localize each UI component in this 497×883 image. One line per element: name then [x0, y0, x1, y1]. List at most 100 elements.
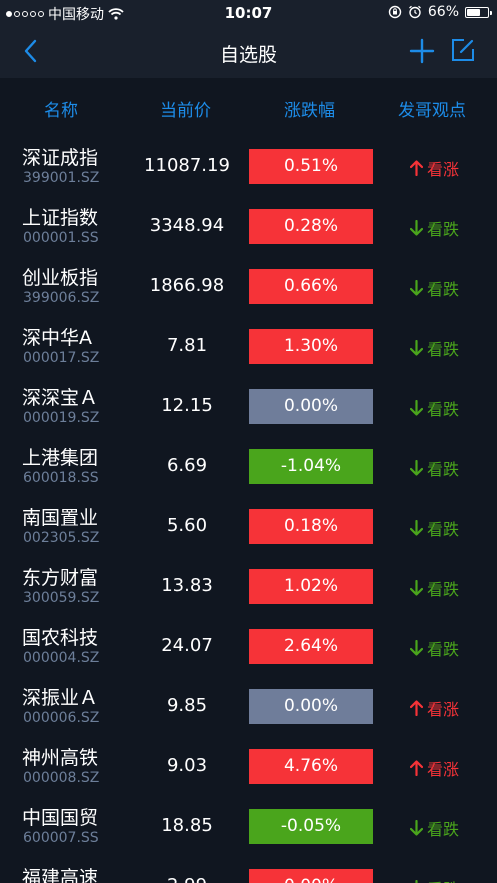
- stock-name: 深证成指: [22, 147, 99, 169]
- stock-row[interactable]: 中国国贸 600007.SS 18.85 -0.05% 看跌: [0, 796, 497, 856]
- stock-price: 9.03: [166, 755, 208, 776]
- stock-price: 3348.94: [149, 215, 225, 236]
- view-indicator: 看跌: [410, 816, 459, 840]
- stock-row[interactable]: 上证指数 000001.SS 3348.94 0.28% 看跌: [0, 196, 497, 256]
- stock-row[interactable]: 福建高速 2.99 0.00% 看跌: [0, 856, 497, 883]
- view-indicator: 看涨: [410, 756, 459, 780]
- stock-name: 国农科技: [22, 627, 99, 649]
- arrow-down-icon: [410, 280, 423, 296]
- view-label: 看跌: [427, 640, 460, 659]
- nav-bar: 自选股: [0, 26, 497, 78]
- arrow-down-icon: [410, 400, 423, 416]
- stock-name: 福建高速: [22, 867, 99, 883]
- column-change-header[interactable]: 涨跌幅: [284, 96, 335, 121]
- change-badge[interactable]: 0.00%: [249, 689, 373, 724]
- arrow-down-icon: [410, 580, 423, 596]
- add-icon[interactable]: [409, 38, 435, 64]
- view-indicator: 看跌: [410, 636, 459, 660]
- battery-icon: [465, 6, 492, 18]
- view-indicator: 看涨: [410, 156, 459, 180]
- change-badge[interactable]: 0.00%: [249, 869, 373, 883]
- arrow-down-icon: [410, 220, 423, 236]
- rotation-lock-icon: [388, 5, 402, 19]
- change-badge[interactable]: 4.76%: [249, 749, 373, 784]
- change-badge[interactable]: 0.51%: [249, 149, 373, 184]
- alarm-icon: [408, 5, 421, 19]
- stock-code: 000004.SZ: [23, 650, 100, 666]
- stock-name: 东方财富: [22, 567, 99, 589]
- view-indicator: 看跌: [410, 336, 459, 360]
- change-badge[interactable]: 1.30%: [249, 329, 373, 364]
- view-label: 看涨: [427, 760, 460, 779]
- stock-price: 9.85: [166, 695, 208, 716]
- view-label: 看跌: [427, 520, 460, 539]
- edit-icon[interactable]: [451, 38, 475, 62]
- view-label: 看跌: [427, 876, 459, 883]
- stock-row[interactable]: 南国置业 002305.SZ 5.60 0.18% 看跌: [0, 496, 497, 556]
- battery-percent: 66%: [427, 4, 459, 20]
- change-badge[interactable]: 2.64%: [249, 629, 373, 664]
- stock-row[interactable]: 国农科技 000004.SZ 24.07 2.64% 看跌: [0, 616, 497, 676]
- arrow-down-icon: [410, 460, 423, 476]
- stock-price: 11087.19: [144, 155, 230, 176]
- stock-code: 600007.SS: [23, 830, 99, 846]
- view-indicator: 看跌: [410, 516, 459, 540]
- view-label: 看涨: [427, 160, 460, 179]
- stock-code: 399001.SZ: [23, 170, 100, 186]
- stock-price: 5.60: [166, 515, 208, 536]
- stock-price: 13.83: [161, 575, 213, 596]
- stock-name: 创业板指: [22, 267, 99, 289]
- change-badge[interactable]: -0.05%: [249, 809, 373, 844]
- stock-row[interactable]: 东方财富 300059.SZ 13.83 1.02% 看跌: [0, 556, 497, 616]
- arrow-down-icon: [410, 520, 423, 536]
- arrow-up-icon: [410, 760, 423, 776]
- stock-row[interactable]: 深证成指 399001.SZ 11087.19 0.51% 看涨: [0, 136, 497, 196]
- stock-name: 上港集团: [22, 447, 99, 469]
- stock-row[interactable]: 深振业Ａ 000006.SZ 9.85 0.00% 看涨: [0, 676, 497, 736]
- status-bar: 中国移动 10:07 66%: [0, 0, 497, 26]
- change-badge[interactable]: 0.66%: [249, 269, 373, 304]
- change-badge[interactable]: 0.28%: [249, 209, 373, 244]
- view-label: 看跌: [427, 220, 460, 239]
- stock-code: 000008.SZ: [23, 770, 100, 786]
- change-badge[interactable]: 0.18%: [249, 509, 373, 544]
- stock-name: 上证指数: [22, 207, 99, 229]
- column-name-header[interactable]: 名称: [44, 96, 78, 121]
- stock-name: 深振业Ａ: [22, 687, 99, 709]
- stock-name: 深深宝Ａ: [22, 387, 99, 409]
- stock-code: 300059.SZ: [23, 590, 100, 606]
- view-indicator: 看涨: [410, 696, 459, 720]
- change-badge[interactable]: 0.00%: [249, 389, 373, 424]
- status-right: 66%: [388, 4, 492, 20]
- change-badge[interactable]: -1.04%: [249, 449, 373, 484]
- stock-row[interactable]: 上港集团 600018.SS 6.69 -1.04% 看跌: [0, 436, 497, 496]
- stock-code: 000017.SZ: [23, 350, 100, 366]
- stock-row[interactable]: 深深宝Ａ 000019.SZ 12.15 0.00% 看跌: [0, 376, 497, 436]
- view-indicator: 看跌: [410, 276, 459, 300]
- stock-row[interactable]: 神州高铁 000008.SZ 9.03 4.76% 看涨: [0, 736, 497, 796]
- view-label: 看跌: [427, 820, 460, 839]
- stock-price: 6.69: [166, 455, 208, 476]
- stock-price: 12.15: [161, 395, 213, 416]
- stock-row[interactable]: 创业板指 399006.SZ 1866.98 0.66% 看跌: [0, 256, 497, 316]
- stock-name: 神州高铁: [22, 747, 99, 769]
- stock-list: 深证成指 399001.SZ 11087.19 0.51% 看涨 上证指数 000001.S…: [0, 136, 497, 883]
- stock-price: 7.81: [166, 335, 208, 356]
- screen: 中国移动 10:07 66% 自选股 名称 当前价 涨跌幅 发哥观点 深证成指 …: [0, 0, 497, 883]
- change-badge[interactable]: 1.02%: [249, 569, 373, 604]
- arrow-down-icon: [410, 640, 423, 656]
- column-view-header[interactable]: 发哥观点: [398, 96, 466, 121]
- stock-name: 深中华A: [22, 327, 92, 349]
- view-label: 看涨: [427, 700, 460, 719]
- stock-code: 002305.SZ: [23, 530, 100, 546]
- arrow-down-icon: [410, 340, 423, 356]
- view-label: 看跌: [427, 460, 460, 479]
- stock-row[interactable]: 深中华A 000017.SZ 7.81 1.30% 看跌: [0, 316, 497, 376]
- stock-price: 1866.98: [149, 275, 225, 296]
- stock-name: 中国国贸: [22, 807, 99, 829]
- view-label: 看跌: [427, 580, 460, 599]
- column-price-header[interactable]: 当前价: [160, 96, 211, 121]
- column-headers: 名称 当前价 涨跌幅 发哥观点: [0, 78, 497, 136]
- stock-code: 000006.SZ: [23, 710, 100, 726]
- stock-code: 600018.SS: [23, 470, 99, 486]
